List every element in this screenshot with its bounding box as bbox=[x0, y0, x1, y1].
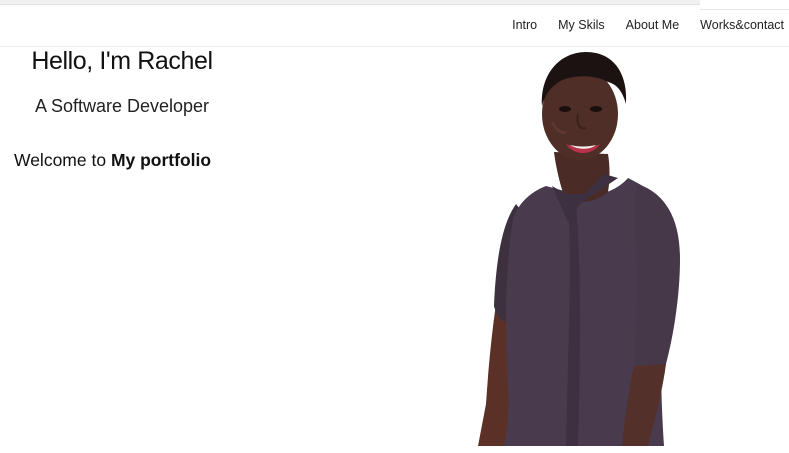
nav-link-intro[interactable]: Intro bbox=[512, 18, 537, 40]
nav-link-skills[interactable]: My Skils bbox=[558, 18, 605, 40]
hero-welcome: Welcome to My portfolio bbox=[14, 150, 211, 171]
portrait-right-sleeve bbox=[634, 184, 680, 373]
browser-top-strip-end bbox=[700, 0, 789, 10]
profile-photo bbox=[478, 52, 680, 446]
welcome-emphasis: My portfolio bbox=[110, 150, 212, 170]
top-nav: Intro My Skils About Me Works&contact bbox=[512, 18, 784, 40]
portrait-eye-right bbox=[590, 106, 602, 112]
nav-link-works-contact[interactable]: Works&contact bbox=[700, 18, 784, 40]
portrait-eye-left bbox=[559, 106, 571, 112]
hero-greeting: Hello, I'm Rachel bbox=[31, 47, 213, 75]
welcome-prefix: Welcome to bbox=[14, 150, 111, 170]
hero-role: A Software Developer bbox=[34, 96, 210, 116]
nav-link-about[interactable]: About Me bbox=[626, 18, 680, 40]
browser-top-strip bbox=[0, 0, 700, 5]
